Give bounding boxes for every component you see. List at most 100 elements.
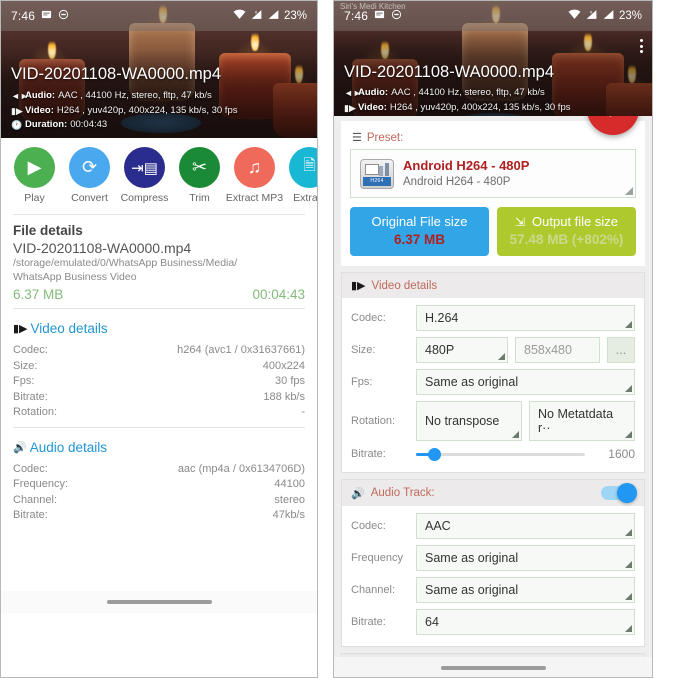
check-icon [609,116,612,117]
video-hero-right[interactable]: Siri's Medi Kitchen 7:46 x 23% VID-20201… [334,1,652,116]
audio-channel-row: Channel: Same as original [351,577,635,603]
preset-label-row: ☰ Preset: [350,125,636,149]
play-icon: ▶ [14,147,55,188]
audio-details-heading: Audio details [29,439,108,455]
trimmer-header[interactable]: 🕐 Trimmer [342,654,644,657]
audio-settings-header: 🔊 Audio Track: [342,480,644,506]
video-fps-select[interactable]: Same as original [416,369,635,395]
action-convert-label: Convert [71,192,108,204]
row-value: 47kb/s [272,509,305,521]
overflow-menu-button[interactable] [640,39,643,53]
row-key: Codec: [13,344,48,356]
navigation-bar-right [334,657,652,677]
preset-card: ☰ Preset: H264 Android H264 - 480P Andro… [341,121,645,266]
file-duration-value: 00:04:43 [252,287,305,302]
audio-channel-label: Channel: [351,584,396,596]
audio-frequency-select[interactable]: Same as original [416,545,635,571]
audio-settings-card: 🔊 Audio Track: Codec: AAC Frequency Same… [341,479,645,647]
audio-bitrate-label: Bitrate: [351,616,386,628]
audio-details-section: 🔊 Audio details Codec: aac (mp4a / 0x6134… [1,428,317,524]
audio-channel-select[interactable]: Same as original [416,577,635,603]
action-trim-label: Trim [189,192,210,204]
video-title: VID-20201108-WA0000.mp4 [344,63,555,81]
table-row: Rotation: - [13,405,305,421]
duration-meta-label: Duration: [25,119,68,130]
signal-icon [602,9,615,23]
video-rotation-row: Rotation: No transpose No Metatdata r·· [351,401,635,441]
video-camera-icon: ▮▶ [351,280,366,292]
row-value: 400x224 [262,359,305,372]
clock-icon: 🕐 [11,120,23,130]
video-codec-label: Codec: [351,312,386,324]
row-value: aac (mp4a / 0x6134706D) [177,462,305,475]
output-size-value: 57.48 MB (+802%) [509,232,624,247]
video-bitrate-label: Bitrate: [351,448,386,460]
signal-no-sim-icon: x [250,9,263,23]
row-value: h264 (avc1 / 0x31637661) [177,344,305,356]
video-details-table: Codec: h264 (avc1 / 0x31637661) Size: 400x… [13,343,305,421]
video-settings-heading: Video details [371,279,438,292]
preset-selector[interactable]: H264 Android H264 - 480P Android H264 - … [350,149,636,198]
action-play[interactable]: ▶ Play [7,147,62,204]
video-codec-select[interactable]: H.264 [416,305,635,331]
audio-bitrate-select[interactable]: 64 [416,609,635,635]
signal-icon [267,9,280,23]
file-size-duration-row: 6.37 MB 00:04:43 [13,287,305,302]
slider-knob[interactable] [427,447,441,461]
video-size-pixels-field[interactable]: 858x480 [515,337,600,363]
video-codec-row: Codec: H.264 [351,305,635,331]
action-extract[interactable]: 🗎 Extract [282,147,317,204]
duration-meta-value: 00:04:43 [70,119,108,130]
duration-meta-value: 00:04:43 [403,115,440,116]
wifi-icon [233,9,246,23]
action-trim[interactable]: ✂ Trim [172,147,227,204]
video-size-select[interactable]: 480P [416,337,508,363]
table-row: Size: 400x224 [13,359,305,375]
action-extract-label: Extract [293,192,317,204]
video-hero-left[interactable]: 7:46 x 23% VID-20201108-WA0000.mp4 ◄► Au… [1,1,317,138]
file-path: /storage/emulated/0/WhatsApp Business/Me… [13,257,305,284]
video-settings-card: ▮▶ Video details Codec: H.264 Size: 480P… [341,272,645,473]
action-compress[interactable]: ⇥▤ Compress [117,147,172,204]
home-gesture-pill[interactable] [440,666,546,670]
scissors-icon: ✂ [179,147,220,188]
original-size-title: Original File size [371,214,468,229]
table-row: Codec: h264 (avc1 / 0x31637661) [13,343,305,359]
dnd-icon [58,9,69,23]
video-bitrate-slider[interactable] [416,447,585,461]
clock-icon: 🕐 [344,115,355,116]
video-rotation-select[interactable]: No transpose [416,401,522,441]
music-note-icon: ♫ [234,147,275,188]
status-bar-time: 7:46 [344,9,369,23]
video-size-more-button[interactable]: ... [607,337,635,363]
action-convert[interactable]: ⟳ Convert [62,147,117,204]
left-blank-space [1,523,317,591]
home-gesture-pill[interactable] [106,599,212,604]
video-meta-overlay: ◄► Audio: AAC , 44100 Hz, stereo, fltp, 47… [344,86,571,116]
file-path-line1: /storage/emulated/0/WhatsApp Business/Me… [13,257,238,269]
video-meta-label: Video: [358,101,387,113]
speaker-icon: 🔊 [351,487,365,500]
original-file-size-chip: Original File size 6.37 MB [350,207,489,256]
action-extract-mp3-label: Extract MP3 [225,192,284,204]
row-value: 44100 [274,478,305,490]
output-size-title: Output file size [532,214,619,229]
video-meta-value: H264 , yuv420p, 400x224, 135 kb/s, 30 fp… [389,101,571,113]
audio-bitrate-row: Bitrate: 64 [351,609,635,635]
audio-icon: ◄► [11,91,29,101]
file-name: VID-20201108-WA0000.mp4 [13,240,192,256]
navigation-bar-left [1,590,317,613]
message-icon [374,9,385,23]
channel-watermark: Siri's Medi Kitchen [340,2,406,11]
table-row: Frequency: 44100 [13,477,305,493]
video-metadata-rotation-select[interactable]: No Metatdata r·· [529,401,635,441]
action-extract-mp3[interactable]: ♫ Extract MP3 [225,147,284,204]
row-key: Frequency: [13,478,69,490]
audio-track-toggle[interactable] [601,483,637,503]
row-key: Bitrate: [13,509,48,521]
audio-codec-select[interactable]: AAC [416,513,635,539]
battery-percent: 23% [618,10,642,22]
file-size-chips: Original File size 6.37 MB ⇲ Output file… [341,207,645,266]
table-row: Codec: aac (mp4a / 0x6134706D) [13,462,305,478]
video-title: VID-20201108-WA0000.mp4 [11,65,222,83]
